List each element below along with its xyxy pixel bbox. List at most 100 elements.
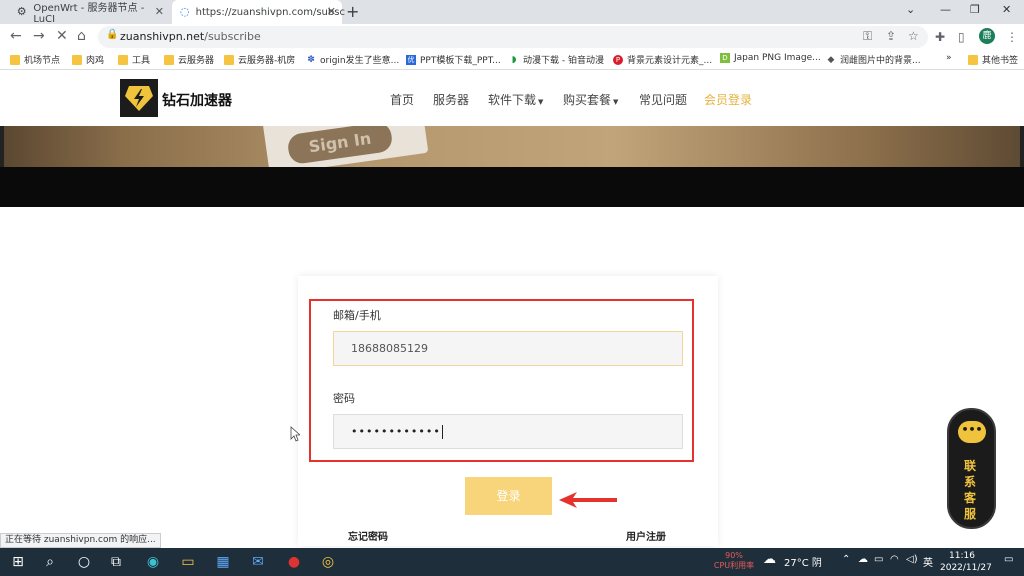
chrome-icon[interactable]: ◎ <box>320 554 336 570</box>
recorder-icon[interactable]: ● <box>286 554 302 570</box>
password-input[interactable]: •••••••••••• <box>333 414 683 449</box>
loading-status: 正在等待 zuanshivpn.com 的响应... <box>0 533 161 548</box>
windows-start-icon[interactable]: ⊞ <box>10 554 26 570</box>
windows-taskbar: ⊞ ⌕ ○ ⧉ ◉ ▭ ▦ ✉ ● ◎ ☁ 27°C 阴 ⌃ ☁ ▭ ◠ ◁) … <box>0 548 1024 576</box>
nav-login[interactable]: 会员登录 <box>704 91 752 108</box>
search-icon[interactable]: ⌕ <box>42 554 58 570</box>
file-explorer-icon[interactable]: ▭ <box>180 554 196 570</box>
bookmark-label: 其他书签 <box>982 56 1019 66</box>
bookmark-item[interactable]: 云服务器 <box>164 53 214 66</box>
folder-icon <box>72 54 82 65</box>
edge-icon[interactable]: ◉ <box>145 554 161 570</box>
bookmark-item[interactable]: P 背景元素设计元素_... <box>613 53 712 66</box>
home-icon[interactable]: ⌂ <box>77 28 86 44</box>
window-close-icon[interactable]: ✕ <box>1002 3 1011 16</box>
system-clock[interactable]: 11:16 2022/11/27 <box>940 550 992 574</box>
browser-toolbar: ← → ✕ ⌂ 🔒 zuanshivpn.net/subscribe ⚿ ⇪ ☆… <box>0 24 1024 50</box>
hero-dark-band <box>0 167 1024 207</box>
task-view-icon[interactable]: ⧉ <box>108 554 124 570</box>
tab-title: https://zuanshivpn.com/subsc <box>195 6 345 18</box>
close-icon[interactable]: ✕ <box>327 5 336 18</box>
onedrive-icon[interactable]: ☁ <box>858 554 868 565</box>
mail-icon[interactable]: ✉ <box>250 554 266 570</box>
bookmark-label: 云服务器-机房 <box>238 56 296 66</box>
battery-icon[interactable]: ▭ <box>874 554 883 565</box>
other-bookmarks[interactable]: 其他书签 <box>968 53 1018 66</box>
tab-search-chevron-icon[interactable]: ⌄ <box>906 3 915 16</box>
browser-tab-active[interactable]: ◌ https://zuanshivpn.com/subsc ✕ <box>172 0 345 24</box>
nav-home[interactable]: 首页 <box>390 91 414 108</box>
back-icon[interactable]: ← <box>10 28 22 44</box>
loading-icon: ◌ <box>180 5 190 18</box>
bookmark-item[interactable]: 肉鸡 <box>72 53 104 66</box>
bookmark-item[interactable]: 机场节点 <box>10 53 60 66</box>
menu-icon[interactable]: ⋮ <box>1006 30 1018 44</box>
bookmark-label: 工具 <box>132 56 151 66</box>
extensions-icon[interactable]: ✚ <box>935 30 945 44</box>
bookmark-item[interactable]: 工具 <box>118 53 150 66</box>
browser-tab[interactable]: ⚙ OpenWrt - 服务器节点 - LuCI ✕ <box>8 0 170 25</box>
site-logo[interactable] <box>120 79 158 117</box>
folder-icon <box>10 54 20 65</box>
forgot-password-link[interactable]: 忘记密码 <box>348 528 388 543</box>
nav-plans[interactable]: 购买套餐 ▼ <box>563 91 618 108</box>
notification-icon[interactable]: ▭ <box>1004 554 1013 565</box>
url-text[interactable]: zuanshivpn.net/subscribe <box>120 30 261 43</box>
cortana-icon[interactable]: ○ <box>76 554 92 570</box>
key-icon[interactable]: ⚿ <box>863 29 872 44</box>
hat-icon: ◆ <box>827 54 835 65</box>
url-path: /subscribe <box>204 30 261 43</box>
bookmarks-bar: 机场节点 肉鸡 工具 云服务器 云服务器-机房 ✽ origin发生了些意... … <box>0 50 1024 70</box>
star-icon[interactable]: ☆ <box>908 29 919 43</box>
stop-icon[interactable]: ✕ <box>56 28 68 44</box>
account-input[interactable]: 18688085129 <box>333 331 683 366</box>
bookmark-item[interactable]: ◗ 动漫下载 - 铂音动漫 <box>509 53 604 67</box>
brand-name[interactable]: 钻石加速器 <box>162 90 232 110</box>
bookmark-label: 动漫下载 - 铂音动漫 <box>523 56 604 66</box>
bookmark-item[interactable]: D Japan PNG Image... <box>720 53 821 63</box>
register-link[interactable]: 用户注册 <box>626 528 666 543</box>
forward-icon[interactable]: → <box>33 28 45 44</box>
password-dots: •••••••••••• <box>351 425 441 438</box>
folder-icon <box>118 54 128 65</box>
close-icon[interactable]: ✕ <box>155 5 164 18</box>
nav-label: 软件下载 <box>488 93 537 107</box>
store-icon[interactable]: ▦ <box>215 554 231 570</box>
folder-icon <box>164 54 174 65</box>
new-tab-icon[interactable]: + <box>346 2 359 21</box>
nav-servers[interactable]: 服务器 <box>433 91 469 108</box>
nav-downloads[interactable]: 软件下载 ▼ <box>488 91 543 108</box>
login-button[interactable]: 登录 <box>465 477 552 515</box>
volume-icon[interactable]: ◁) <box>906 554 918 565</box>
profile-avatar[interactable]: 鹿 <box>979 28 995 44</box>
hero-edge <box>0 126 4 167</box>
bookmark-item[interactable]: 优 PPT模板下载_PPT... <box>406 53 501 66</box>
weather-text[interactable]: 27°C 阴 <box>784 554 822 569</box>
network-icon[interactable]: ◠ <box>890 554 899 565</box>
weather-cloud-icon[interactable]: ☁ <box>763 552 776 567</box>
bookmark-item[interactable]: 云服务器-机房 <box>224 53 295 66</box>
hero-edge <box>1020 126 1024 167</box>
minimize-icon[interactable]: — <box>940 3 951 16</box>
nav-faq[interactable]: 常见问题 <box>639 91 687 108</box>
sidepanel-icon[interactable]: ▯ <box>958 30 965 44</box>
customer-service-widget[interactable]: ••• 联系客服 <box>947 408 996 529</box>
maximize-icon[interactable]: ❐ <box>970 3 980 16</box>
bookmark-item[interactable]: ◆ 润雌图片中的背景... <box>826 53 921 67</box>
url-host: zuanshivpn.net <box>120 30 205 43</box>
lightning-logo-icon <box>125 86 153 111</box>
text-caret <box>441 425 443 439</box>
address-bar[interactable]: 🔒 zuanshivpn.net/subscribe ⚿ ⇪ ☆ <box>98 26 928 48</box>
bookmark-item[interactable]: ✽ origin发生了些意... <box>306 53 399 67</box>
chat-icon: ••• <box>958 421 986 443</box>
ppt-icon: 优 <box>406 54 416 65</box>
ime-indicator[interactable]: 英 <box>923 554 933 569</box>
bookmarks-more[interactable]: » <box>946 53 952 63</box>
lock-icon[interactable]: 🔒 <box>106 29 118 40</box>
tray-chevron-icon[interactable]: ⌃ <box>842 554 850 565</box>
paw-icon: ✽ <box>307 54 315 65</box>
bookmark-label: 背景元素设计元素_... <box>627 56 713 66</box>
browser-tabstrip: ⚙ OpenWrt - 服务器节点 - LuCI ✕ ◌ https://zua… <box>0 0 1024 25</box>
nav-label: 购买套餐 <box>563 93 612 107</box>
share-icon[interactable]: ⇪ <box>886 29 896 43</box>
